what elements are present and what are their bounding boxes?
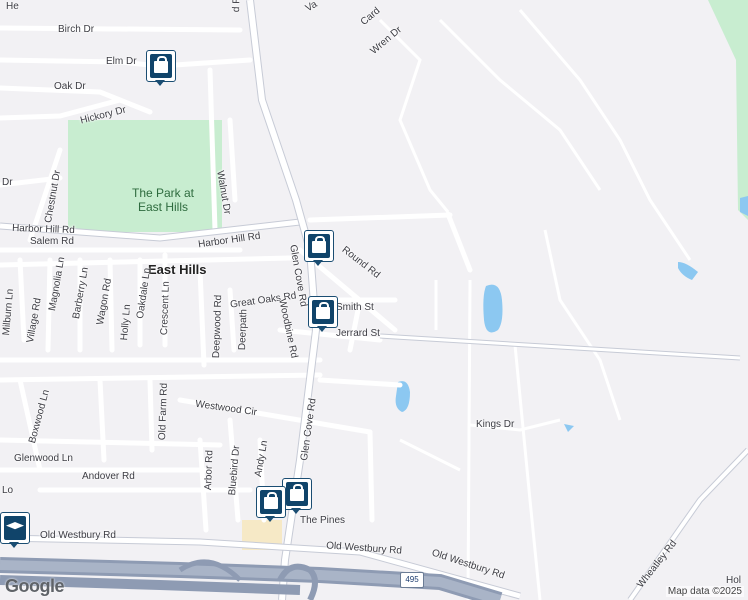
shopping-pin-5[interactable] (256, 486, 286, 522)
east-roads (378, 9, 692, 600)
street-label-kings: Kings Dr (476, 419, 515, 430)
pond-1 (483, 284, 503, 333)
park-label: The Park at East Hills (103, 186, 223, 215)
street-label-arbor: Arbor Rd (203, 449, 216, 491)
shopping-bag-icon (154, 56, 168, 73)
shopping-pin-1[interactable] (146, 50, 176, 86)
map-base-layer (0, 0, 748, 600)
shopping-pin-4[interactable] (282, 478, 312, 514)
highway-shield-495: 495 (400, 572, 424, 588)
street-label-elm: Elm Dr (106, 56, 137, 67)
shopping-bag-icon (290, 484, 304, 501)
street-label-jerrard: Jerrard St (336, 328, 380, 339)
street-label-smith: Smith St (336, 302, 374, 313)
pond-5 (564, 424, 574, 432)
street-label-harbor-hill-west: Harbor Hill Rd (11, 222, 75, 237)
park-label-line-1: The Park at (131, 186, 195, 200)
town-label: East Hills (148, 262, 207, 277)
map-attribution[interactable]: Map data ©2025 (665, 586, 744, 597)
street-label-birch: Birch Dr (58, 24, 95, 35)
park-label-line-2: East Hills (137, 200, 188, 215)
street-label-oak: Oak Dr (54, 81, 86, 92)
place-label-hol: Hol (726, 575, 742, 586)
pond-3 (678, 262, 698, 280)
map-canvas[interactable]: The Park at East Hills East Hills Birch … (0, 0, 748, 600)
street-label-salem: Salem Rd (30, 236, 74, 247)
google-logo[interactable]: Google (5, 576, 65, 597)
shopping-bag-icon (264, 492, 278, 509)
street-label-dr: Dr (2, 177, 13, 188)
park-area (68, 120, 222, 232)
park-area-east (708, 0, 748, 220)
shopping-bag-icon (312, 236, 326, 253)
street-label-andover: Andover Rd (82, 471, 135, 482)
street-label-crescent: Crescent Ln (159, 281, 172, 336)
shopping-pin-3[interactable] (308, 296, 338, 332)
shopping-bag-icon (316, 302, 330, 319)
street-label-glenwood: Glenwood Ln (14, 453, 73, 464)
street-label-top-road: d Rd (231, 0, 243, 13)
street-label-old-westbury-1: Old Westbury Rd (40, 530, 116, 541)
shopping-pin-2[interactable] (304, 230, 334, 266)
street-label-lo: Lo (2, 485, 14, 496)
school-pin[interactable] (0, 512, 30, 548)
street-label-old-farm: Old Farm Rd (157, 382, 170, 441)
street-label-the-pines: The Pines (300, 515, 346, 526)
street-label-he: He (6, 1, 19, 12)
street-label-deerpath: Deerpath (237, 308, 250, 351)
